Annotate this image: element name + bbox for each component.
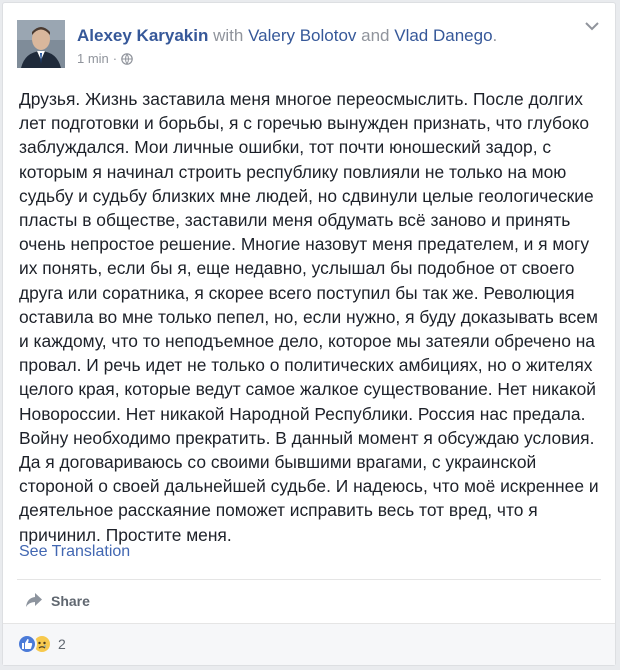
share-button[interactable]: Share bbox=[25, 592, 90, 611]
share-label: Share bbox=[51, 593, 90, 609]
reactions-summary[interactable]: 2 bbox=[17, 634, 66, 654]
tagged-person-link[interactable]: Valery Bolotov bbox=[248, 26, 356, 45]
period-text: . bbox=[492, 26, 498, 45]
separator-dot: · bbox=[112, 51, 118, 66]
post-author-line: Alexey Karyakin with Valery Bolotov and … bbox=[77, 25, 571, 47]
post-timestamp-row: 1 min · bbox=[77, 51, 571, 66]
author-name-link[interactable]: Alexey Karyakin bbox=[77, 26, 208, 45]
post-timestamp[interactable]: 1 min bbox=[77, 51, 109, 66]
avatar-image bbox=[17, 20, 65, 68]
reaction-count[interactable]: 2 bbox=[58, 636, 66, 652]
post-header: Alexey Karyakin with Valery Bolotov and … bbox=[17, 17, 601, 73]
post-card: Alexey Karyakin with Valery Bolotov and … bbox=[2, 2, 616, 666]
post-body: Друзья. Жизнь заставила меня многое пере… bbox=[19, 89, 599, 545]
globe-icon[interactable] bbox=[121, 52, 133, 65]
post-footer: 2 bbox=[3, 623, 615, 665]
divider bbox=[17, 579, 601, 580]
post-actions: Share bbox=[17, 587, 601, 615]
author-avatar[interactable] bbox=[17, 20, 65, 68]
with-text: with bbox=[208, 26, 249, 45]
see-translation-link[interactable]: See Translation bbox=[19, 543, 130, 561]
and-text: and bbox=[356, 26, 395, 45]
post-meta: Alexey Karyakin with Valery Bolotov and … bbox=[77, 25, 571, 66]
chevron-down-icon[interactable] bbox=[583, 19, 601, 33]
tagged-person-link[interactable]: Vlad Danego bbox=[394, 26, 492, 45]
share-arrow-icon bbox=[25, 592, 43, 611]
like-icon bbox=[17, 634, 37, 654]
